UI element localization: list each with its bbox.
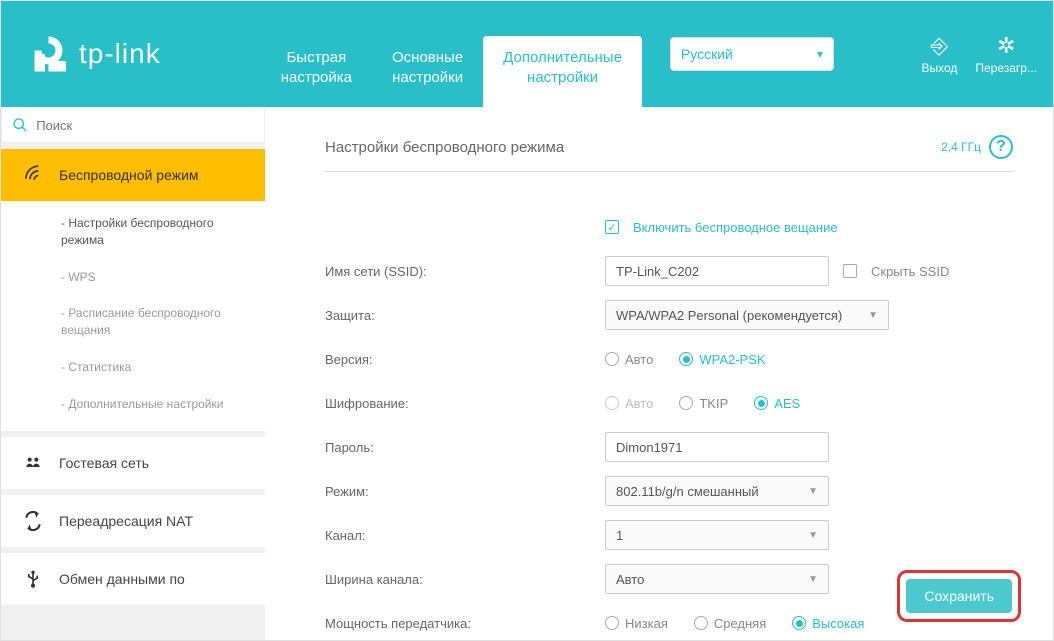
top-bar: tp-link Быстрая настройка Основные настр… (1, 1, 1053, 107)
tab-advanced[interactable]: Дополнительные настройки (483, 36, 642, 107)
label-security: Защита: (325, 308, 605, 323)
ssid-input[interactable] (605, 256, 829, 286)
reboot-icon: ✲ (975, 33, 1037, 59)
sidebar-sublist: - Настройки беспроводного режима - WPS -… (1, 201, 265, 431)
main-tabs: Быстрая настройка Основные настройки Доп… (261, 36, 642, 107)
save-highlight: Сохранить (897, 570, 1021, 622)
mode-select[interactable]: 802.11b/g/n смешанный▼ (605, 476, 829, 506)
enable-wireless-label: Включить беспроводное вещание (633, 220, 838, 235)
chevron-down-icon: ▼ (808, 486, 818, 497)
tab-basic[interactable]: Основные настройки (372, 36, 483, 107)
label-ssid: Имя сети (SSID): (325, 264, 605, 279)
save-button[interactable]: Сохранить (906, 579, 1012, 613)
page-title: Настройки беспроводного режима (325, 139, 564, 156)
sidebar-sub-wireless-settings[interactable]: - Настройки беспроводного режима (1, 205, 265, 259)
sidebar-sub-schedule[interactable]: - Расписание беспроводного вещания (1, 295, 265, 349)
language-value: Русский (681, 46, 733, 62)
width-select[interactable]: Авто▼ (605, 564, 829, 594)
chevron-down-icon: ▼ (808, 574, 818, 585)
sidebar-item-usb[interactable]: Обмен данными по (1, 553, 265, 605)
sidebar-item-nat[interactable]: Переадресация NAT (1, 495, 265, 547)
search-icon (12, 116, 28, 134)
usb-icon (21, 569, 45, 589)
logout-button[interactable]: ⎆ Выход (921, 33, 957, 75)
tplink-logo-icon (31, 33, 73, 75)
power-low-radio[interactable] (605, 616, 619, 630)
label-mode: Режим: (325, 484, 605, 499)
search-input[interactable] (36, 118, 254, 133)
label-power: Мощность передатчика: (325, 616, 605, 631)
hide-ssid-label: Скрыть SSID (871, 264, 949, 279)
version-wpa2psk-radio[interactable] (679, 352, 693, 366)
guest-icon (21, 453, 45, 473)
wifi-icon (21, 165, 45, 185)
label-channel: Канал: (325, 528, 605, 543)
encryption-auto-radio[interactable] (605, 396, 619, 410)
sidebar-sub-advanced[interactable]: - Дополнительные настройки (1, 386, 265, 423)
brand-text: tp-link (79, 38, 161, 70)
chevron-down-icon: ▼ (868, 310, 878, 321)
hide-ssid-checkbox[interactable] (843, 264, 857, 278)
channel-select[interactable]: 1▼ (605, 520, 829, 550)
encryption-aes-radio[interactable] (754, 396, 768, 410)
encryption-tkip-radio[interactable] (679, 396, 693, 410)
nat-icon (21, 511, 45, 531)
language-select[interactable]: Русский ▾ (670, 37, 834, 71)
power-medium-radio[interactable] (694, 616, 708, 630)
label-encryption: Шифрование: (325, 396, 605, 411)
security-select[interactable]: WPA/WPA2 Personal (рекомендуется)▼ (605, 300, 889, 330)
chevron-down-icon: ▾ (817, 47, 823, 61)
enable-wireless-checkbox[interactable]: ✓ (605, 220, 619, 234)
search-row (1, 107, 265, 143)
password-input[interactable] (605, 432, 829, 462)
label-width: Ширина канала: (325, 572, 605, 587)
reboot-button[interactable]: ✲ Перезагр... (975, 33, 1037, 75)
tab-quick-setup[interactable]: Быстрая настройка (261, 36, 372, 107)
sidebar-sub-statistics[interactable]: - Статистика (1, 349, 265, 386)
sidebar-sub-wps[interactable]: - WPS (1, 259, 265, 296)
sidebar-item-wireless[interactable]: Беспроводной режим (1, 149, 265, 201)
power-high-radio[interactable] (792, 616, 806, 630)
version-auto-radio[interactable] (605, 352, 619, 366)
logout-icon: ⎆ (921, 33, 957, 59)
brand-logo: tp-link (31, 33, 161, 75)
sidebar: Беспроводной режим - Настройки беспровод… (1, 107, 265, 640)
main-panel: Настройки беспроводного режима 2,4 ГГц ?… (265, 107, 1053, 640)
sidebar-item-guest[interactable]: Гостевая сеть (1, 437, 265, 489)
frequency-selector[interactable]: 2,4 ГГц (941, 140, 981, 154)
help-icon[interactable]: ? (989, 135, 1013, 159)
label-version: Версия: (325, 352, 605, 367)
label-password: Пароль: (325, 440, 605, 455)
chevron-down-icon: ▼ (808, 530, 818, 541)
